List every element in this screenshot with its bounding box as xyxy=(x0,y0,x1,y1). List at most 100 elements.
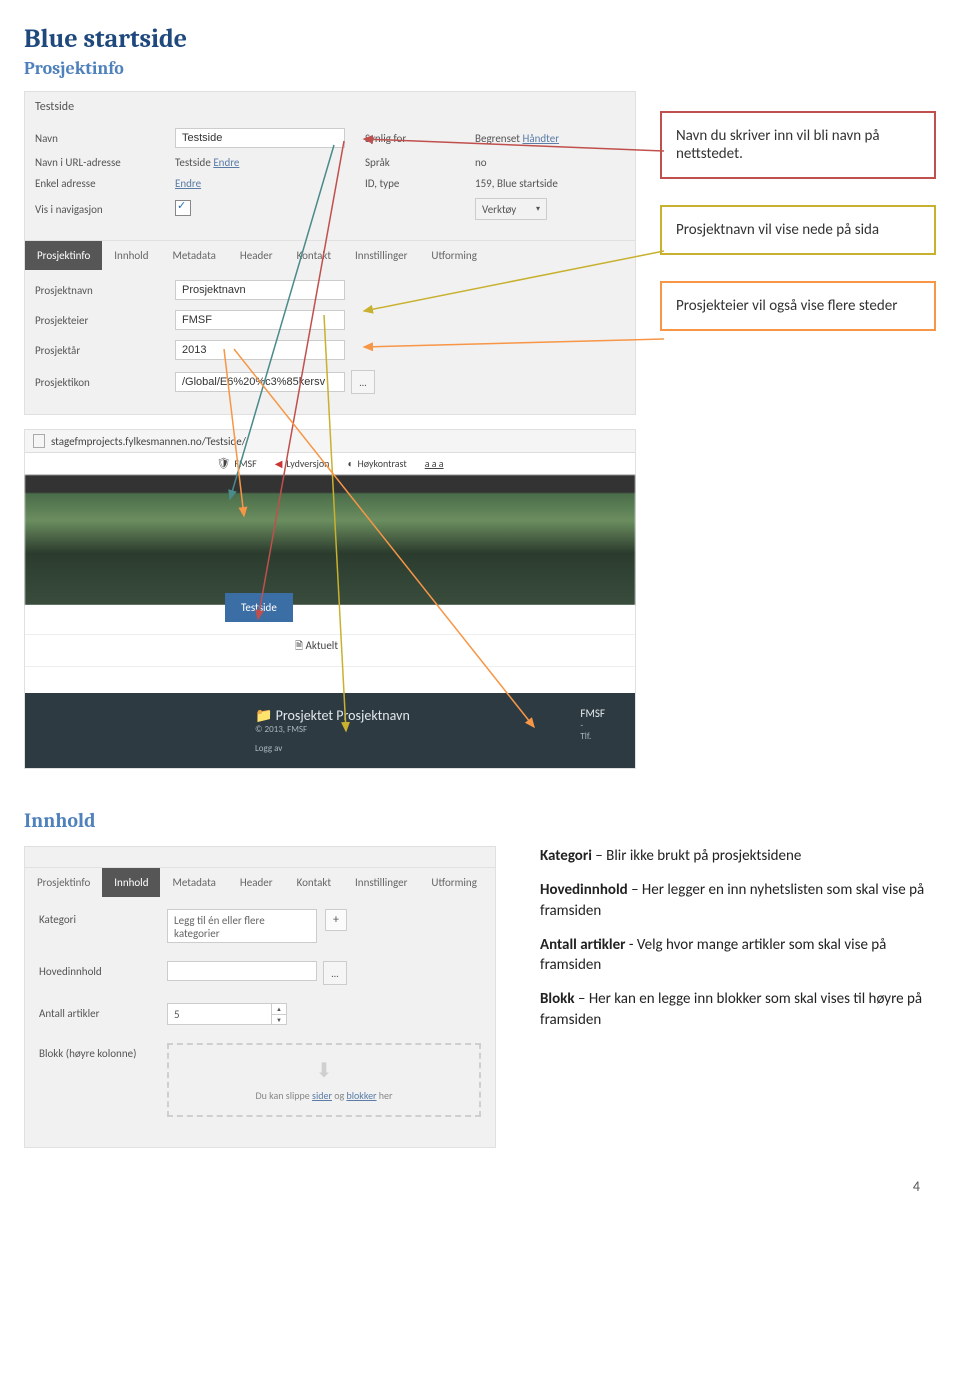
verktoy-dropdown[interactable]: Verktøy ▾ xyxy=(475,198,547,220)
page-icon xyxy=(33,434,45,448)
fontsize-toggle[interactable]: a a a xyxy=(425,457,444,470)
dropzone-link-sider[interactable]: sider xyxy=(312,1089,332,1102)
footer-fmsf: FMSF xyxy=(580,707,605,720)
browse-button[interactable]: … xyxy=(351,370,375,394)
footer-copyright: © 2013, FMSF xyxy=(255,724,410,735)
label-id-type: ID, type xyxy=(365,177,475,190)
shield-icon: 🛡 xyxy=(216,457,230,470)
add-kategori-button[interactable]: + xyxy=(325,909,347,931)
site-name-pill[interactable]: Testside xyxy=(225,593,293,622)
desc-blokk-text: – Her kan en legge inn blokker som skal … xyxy=(540,990,922,1028)
tab2-metadata[interactable]: Metadata xyxy=(160,868,227,897)
callout-prosjektnavn: Prosjektnavn vil vise nede på sida xyxy=(660,205,936,255)
tab-innstillinger[interactable]: Innstillinger xyxy=(343,241,419,270)
footer-loggav[interactable]: Logg av xyxy=(255,743,282,754)
toolbar-lydversjon[interactable]: Lydversjon xyxy=(286,457,329,470)
label-enkel-adresse: Enkel adresse xyxy=(35,177,175,190)
innhold-descriptions: Kategori – Blir ikke brukt på prosjektsi… xyxy=(540,846,936,1044)
dropzone-text-pre: Du kan slippe xyxy=(255,1089,312,1102)
site-preview: stagefmprojects.fylkesmannen.no/Testside… xyxy=(24,429,636,769)
link-endre-enkel[interactable]: Endre xyxy=(175,177,201,190)
tab2-innstillinger[interactable]: Innstillinger xyxy=(343,868,419,897)
tab-prosjektinfo[interactable]: Prosjektinfo xyxy=(25,241,102,270)
input-antall-artikler[interactable]: 5 ▲ ▼ xyxy=(167,1003,287,1025)
label-antall-artikler: Antall artikler xyxy=(39,1003,167,1020)
link-handter[interactable]: Håndter xyxy=(522,132,559,145)
label-vis-navigasjon: Vis i navigasjon xyxy=(35,203,175,216)
doc-icon: 🗎 xyxy=(295,639,303,652)
section-prosjektinfo: Prosjektinfo xyxy=(24,58,936,79)
input-hovedinnhold[interactable] xyxy=(167,961,317,981)
dropzone-text-og: og xyxy=(332,1089,347,1102)
desc-kategori-text: – Blir ikke brukt på prosjektsidene xyxy=(592,847,801,865)
footer-tlf: Tlf. xyxy=(580,731,605,742)
folder-icon: 📁 xyxy=(255,707,272,724)
value-antall: 5 xyxy=(168,1008,271,1021)
desc-blokk-bold: Blokk xyxy=(540,990,575,1008)
tab2-kontakt[interactable]: Kontakt xyxy=(285,868,343,897)
label-prosjektaar: Prosjektår xyxy=(35,344,175,357)
tab-innhold[interactable]: Innhold xyxy=(102,241,160,270)
breadcrumb-area: Testside xyxy=(25,605,635,634)
dots-icon: … xyxy=(360,376,367,389)
page-number: 4 xyxy=(0,1158,960,1205)
label-sprak: Språk xyxy=(365,156,475,169)
verktoy-label: Verktøy xyxy=(482,203,516,216)
input-prosjektnavn[interactable] xyxy=(175,280,345,300)
label-hovedinnhold: Hovedinnhold xyxy=(39,961,167,978)
page-title: Blue startside xyxy=(24,24,936,54)
value-sprak: no xyxy=(475,156,625,169)
cms-tabs: Prosjektinfo Innhold Metadata Header Kon… xyxy=(25,240,635,270)
label-prosjektikon: Prosjektikon xyxy=(35,376,175,389)
footer-project: Prosjektet Prosjektnavn xyxy=(276,707,410,724)
section-innhold: Innhold xyxy=(24,809,936,832)
label-blokk: Blokk (høyre kolonne) xyxy=(39,1043,167,1060)
tab-metadata[interactable]: Metadata xyxy=(160,241,227,270)
tab2-innhold[interactable]: Innhold xyxy=(102,868,160,897)
value-navn-url: Testside xyxy=(175,156,211,169)
cms-panel-innhold: Prosjektinfo Innhold Metadata Header Kon… xyxy=(24,846,496,1148)
dropzone-text-post: her xyxy=(377,1089,393,1102)
blokk-dropzone[interactable]: ⬇ Du kan slippe sider og blokker her xyxy=(167,1043,481,1117)
preview-url: stagefmprojects.fylkesmannen.no/Testside… xyxy=(51,435,246,448)
toolbar-hoykontrast[interactable]: Høykontrast xyxy=(357,457,406,470)
label-prosjekteier: Prosjekteier xyxy=(35,314,175,327)
label-kategori: Kategori xyxy=(39,909,167,926)
value-synlig: Begrenset xyxy=(475,132,520,145)
input-navn[interactable] xyxy=(175,128,345,148)
label-navn-url: Navn i URL-adresse xyxy=(35,156,175,169)
tab2-header[interactable]: Header xyxy=(228,868,285,897)
speaker-icon: ◀ xyxy=(275,457,283,470)
stepper-down[interactable]: ▼ xyxy=(272,1015,286,1025)
tab-header[interactable]: Header xyxy=(228,241,285,270)
label-prosjektnavn: Prosjektnavn xyxy=(35,284,175,297)
link-endre-url[interactable]: Endre xyxy=(213,156,239,169)
tab-kontakt[interactable]: Kontakt xyxy=(285,241,343,270)
callout-prosjekteier: Prosjekteier vil også vise flere steder xyxy=(660,281,936,331)
label-synlig-for: Synlig for xyxy=(365,132,475,145)
tab2-prosjektinfo[interactable]: Prosjektinfo xyxy=(25,868,102,897)
input-kategori[interactable]: Legg til én eller flere kategorier xyxy=(167,909,317,943)
desc-kategori-bold: Kategori xyxy=(540,847,592,865)
aktuelt-label: Aktuelt xyxy=(306,639,338,652)
input-prosjektaar[interactable] xyxy=(175,340,345,360)
tab2-utforming[interactable]: Utforming xyxy=(419,868,488,897)
hero-image xyxy=(25,475,635,605)
site-footer: 📁 Prosjektet Prosjektnavn © 2013, FMSF L… xyxy=(25,693,635,768)
cms-panel-top: Testside Navn Synlig for Begrenset Håndt… xyxy=(24,91,636,415)
checkbox-vis-navigasjon[interactable] xyxy=(175,200,191,216)
callout-navn: Navn du skriver inn vil bli navn på nett… xyxy=(660,111,936,179)
dropzone-arrow-icon: ⬇ xyxy=(316,1058,333,1083)
cms-breadcrumb: Testside xyxy=(25,92,635,122)
input-prosjekteier[interactable] xyxy=(175,310,345,330)
tab-utforming[interactable]: Utforming xyxy=(419,241,488,270)
input-prosjektikon[interactable] xyxy=(175,372,345,392)
contrast-icon: ◐ xyxy=(347,457,353,470)
footer-dash: - xyxy=(580,720,605,731)
dropzone-link-blokker[interactable]: blokker xyxy=(346,1089,376,1102)
desc-antall-bold: Antall artikler xyxy=(540,936,626,954)
stepper-up[interactable]: ▲ xyxy=(272,1004,286,1015)
label-navn: Navn xyxy=(35,132,175,145)
browse-hovedinnhold-button[interactable]: … xyxy=(323,961,347,985)
dots-icon: … xyxy=(332,967,339,980)
